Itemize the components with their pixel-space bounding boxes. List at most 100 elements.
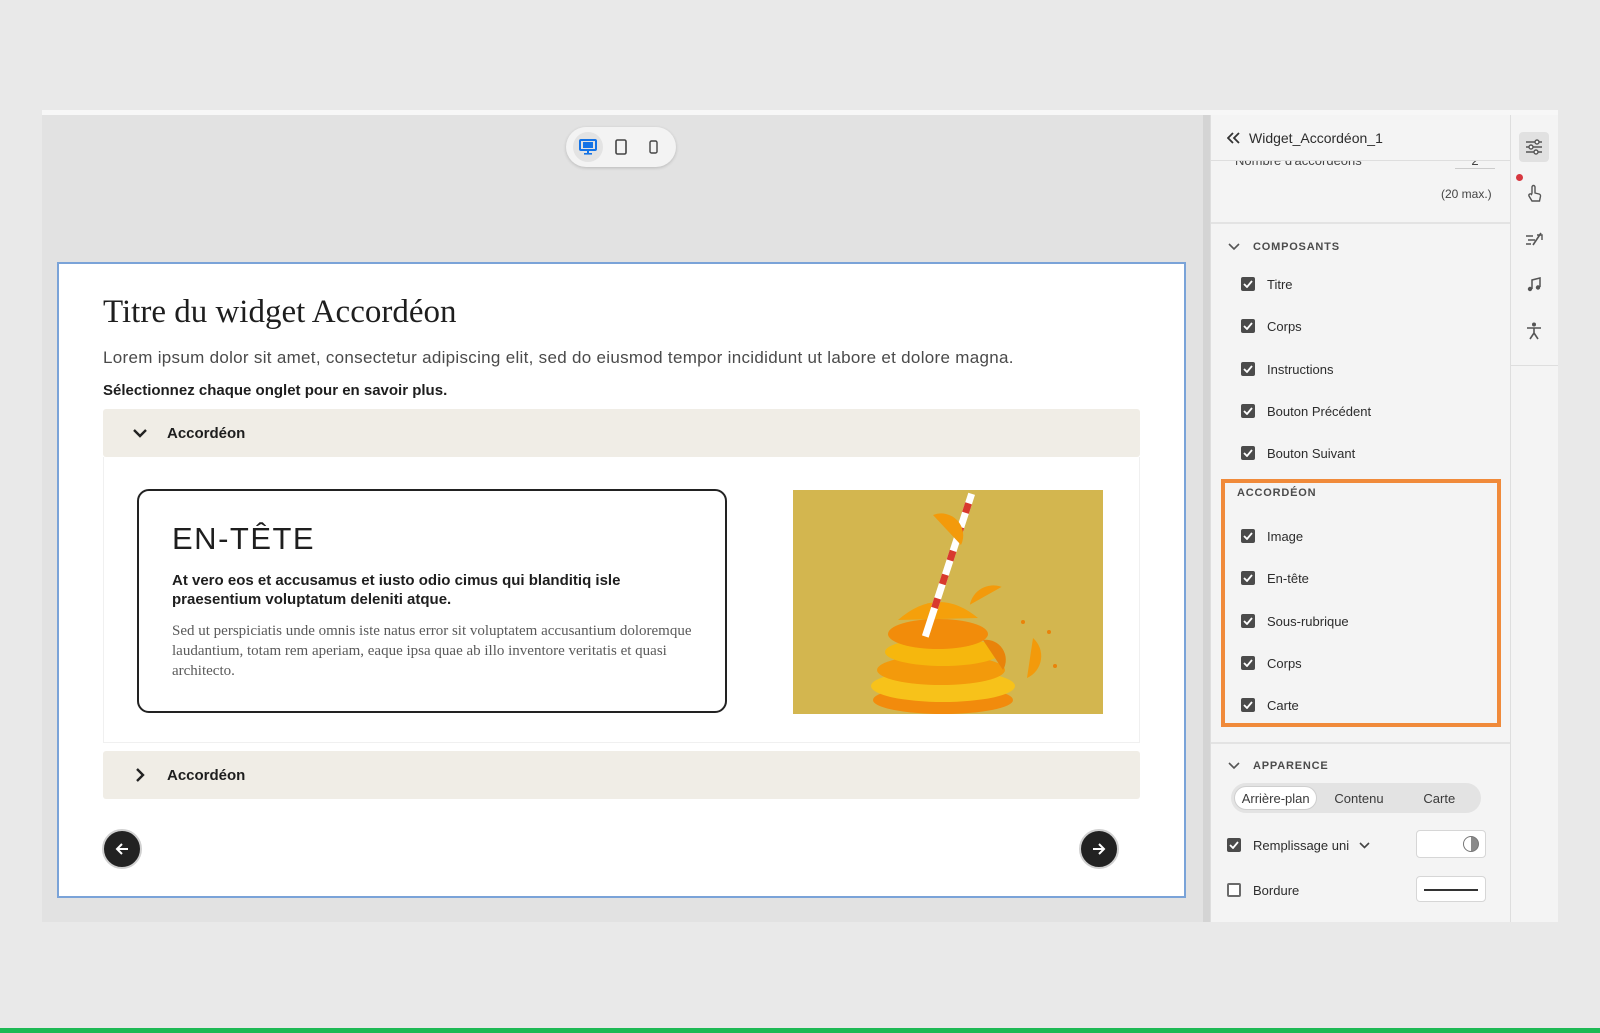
checkbox-checked-icon [1241, 529, 1255, 543]
bottom-accent-line [0, 1028, 1600, 1033]
accordion-widget[interactable]: Titre du widget Accordéon Lorem ipsum do… [57, 262, 1186, 898]
audio-button[interactable] [1519, 270, 1549, 300]
checkbox-checked-icon [1241, 404, 1255, 418]
right-rail [1510, 115, 1558, 922]
fill-label: Remplissage uni [1253, 837, 1350, 853]
checkbox-label: Corps [1267, 318, 1302, 334]
widget-instructions: Sélectionnez chaque onglet pour en savoi… [103, 382, 448, 399]
panel-title: Widget_Accordéon_1 [1249, 129, 1383, 146]
properties-panel: Widget_Accordéon_1 Nombre d'accordéons 2… [1210, 115, 1510, 922]
appearance-tabs: Arrière-plan Contenu Carte [1231, 783, 1481, 813]
checkbox-titre[interactable]: Titre [1241, 274, 1293, 294]
animation-button[interactable] [1519, 224, 1549, 254]
checkbox-instructions[interactable]: Instructions [1241, 359, 1333, 379]
interaction-icon [1528, 184, 1542, 202]
checkbox-bouton-precedent[interactable]: Bouton Précédent [1241, 401, 1371, 421]
animation-icon [1526, 232, 1543, 246]
accessibility-icon [1527, 322, 1541, 340]
checkbox-checked-icon [1241, 277, 1255, 291]
tab-arriere-plan[interactable]: Arrière-plan [1234, 786, 1318, 810]
checkbox-corps[interactable]: Corps [1241, 316, 1302, 336]
chevron-right-icon [129, 767, 151, 783]
checkbox-checked-icon [1241, 319, 1255, 333]
checkbox-checked-icon [1241, 698, 1255, 712]
checkbox-label: Instructions [1267, 361, 1334, 377]
checkbox-bouton-suivant[interactable]: Bouton Suivant [1241, 443, 1355, 463]
accordion-tab-label: Accordéon [167, 766, 246, 784]
checkbox-corps-accordeon[interactable]: Corps [1241, 653, 1302, 673]
checkbox-label: Titre [1267, 276, 1293, 292]
fill-color-picker[interactable] [1416, 830, 1486, 858]
audio-icon [1527, 277, 1541, 292]
panel-header: Widget_Accordéon_1 [1211, 115, 1510, 161]
accordeon-section-highlight [1221, 479, 1501, 727]
editor-window: Titre du widget Accordéon Lorem ipsum do… [42, 110, 1558, 922]
previous-button[interactable] [102, 829, 142, 869]
arrow-right-icon [1093, 843, 1106, 855]
device-preview-toggle [566, 127, 676, 167]
desktop-preview-button[interactable] [573, 132, 604, 162]
checkbox-unchecked-icon[interactable] [1227, 883, 1241, 897]
checkbox-label: En-tête [1267, 570, 1309, 586]
line-style-icon [1424, 889, 1478, 891]
collapse-panel-button[interactable] [1227, 131, 1241, 144]
accordion-tab-2[interactable]: Accordéon [103, 751, 1140, 799]
checkbox-checked-icon [1241, 614, 1255, 628]
canvas-area: Titre du widget Accordéon Lorem ipsum do… [42, 115, 1210, 922]
checkbox-label: Bouton Suivant [1267, 445, 1356, 461]
border-label: Bordure [1253, 882, 1300, 898]
checkbox-checked-icon[interactable] [1227, 838, 1241, 852]
checkbox-checked-icon [1241, 656, 1255, 670]
section-label: ACCORDÉON [1237, 487, 1317, 499]
accordion-tab-label: Accordéon [167, 424, 246, 442]
fill-row[interactable]: Remplissage uni [1227, 835, 1370, 855]
chevron-down-icon [1359, 841, 1370, 849]
section-accordeon-header: ACCORDÉON [1237, 487, 1316, 499]
checkbox-sous-rubrique[interactable]: Sous-rubrique [1241, 611, 1349, 631]
accessibility-button[interactable] [1519, 316, 1549, 346]
accordion-panel: EN-TÊTE At vero eos et accusamus et iust… [103, 457, 1140, 743]
content-card: EN-TÊTE At vero eos et accusamus et iust… [137, 489, 727, 713]
section-composants-header[interactable]: COMPOSANTS [1227, 241, 1340, 253]
fill-type-dropdown[interactable] [1359, 841, 1370, 849]
checkbox-image[interactable]: Image [1241, 526, 1303, 546]
checkbox-label: Bouton Précédent [1267, 403, 1372, 419]
tablet-icon [615, 139, 627, 155]
mobile-icon [649, 140, 658, 154]
mobile-preview-button[interactable] [639, 132, 669, 162]
accordion-image [793, 490, 1103, 714]
widget-body: Lorem ipsum dolor sit amet, consectetur … [103, 348, 1014, 367]
border-row[interactable]: Bordure [1227, 880, 1299, 900]
color-swatch-icon [1463, 836, 1479, 852]
canvas-scrollbar[interactable] [1203, 115, 1210, 922]
chevron-down-icon [1227, 762, 1241, 770]
rail-divider [1511, 365, 1558, 366]
section-label: APPARENCE [1253, 760, 1329, 772]
properties-button[interactable] [1519, 132, 1549, 162]
chevron-down-icon [1227, 243, 1241, 251]
accordion-count-max: (20 max.) [1441, 187, 1492, 201]
tab-carte[interactable]: Carte [1401, 786, 1478, 810]
section-divider [1211, 222, 1510, 224]
checkbox-label: Corps [1267, 655, 1302, 671]
checkbox-carte[interactable]: Carte [1241, 695, 1299, 715]
card-subheading: At vero eos et accusamus et iusto odio c… [172, 572, 621, 608]
checkbox-label: Image [1267, 528, 1304, 544]
properties-icon [1526, 139, 1542, 155]
checkbox-en-tete[interactable]: En-tête [1241, 568, 1309, 588]
next-button[interactable] [1079, 829, 1119, 869]
interaction-button[interactable] [1519, 178, 1549, 208]
border-style-picker[interactable] [1416, 876, 1486, 902]
widget-title: Titre du widget Accordéon [103, 294, 457, 330]
card-body: Sed ut perspiciatis unde omnis iste natu… [172, 623, 692, 679]
accordion-tab-1[interactable]: Accordéon [103, 409, 1140, 457]
checkbox-label: Carte [1267, 697, 1299, 713]
section-apparence-header[interactable]: APPARENCE [1227, 760, 1328, 772]
tablet-preview-button[interactable] [606, 132, 636, 162]
arrow-left-icon [115, 843, 128, 855]
checkbox-checked-icon [1241, 571, 1255, 585]
card-heading: EN-TÊTE [172, 521, 316, 556]
tab-contenu[interactable]: Contenu [1317, 786, 1400, 810]
desktop-icon [579, 139, 598, 155]
checkbox-label: Sous-rubrique [1267, 613, 1349, 629]
